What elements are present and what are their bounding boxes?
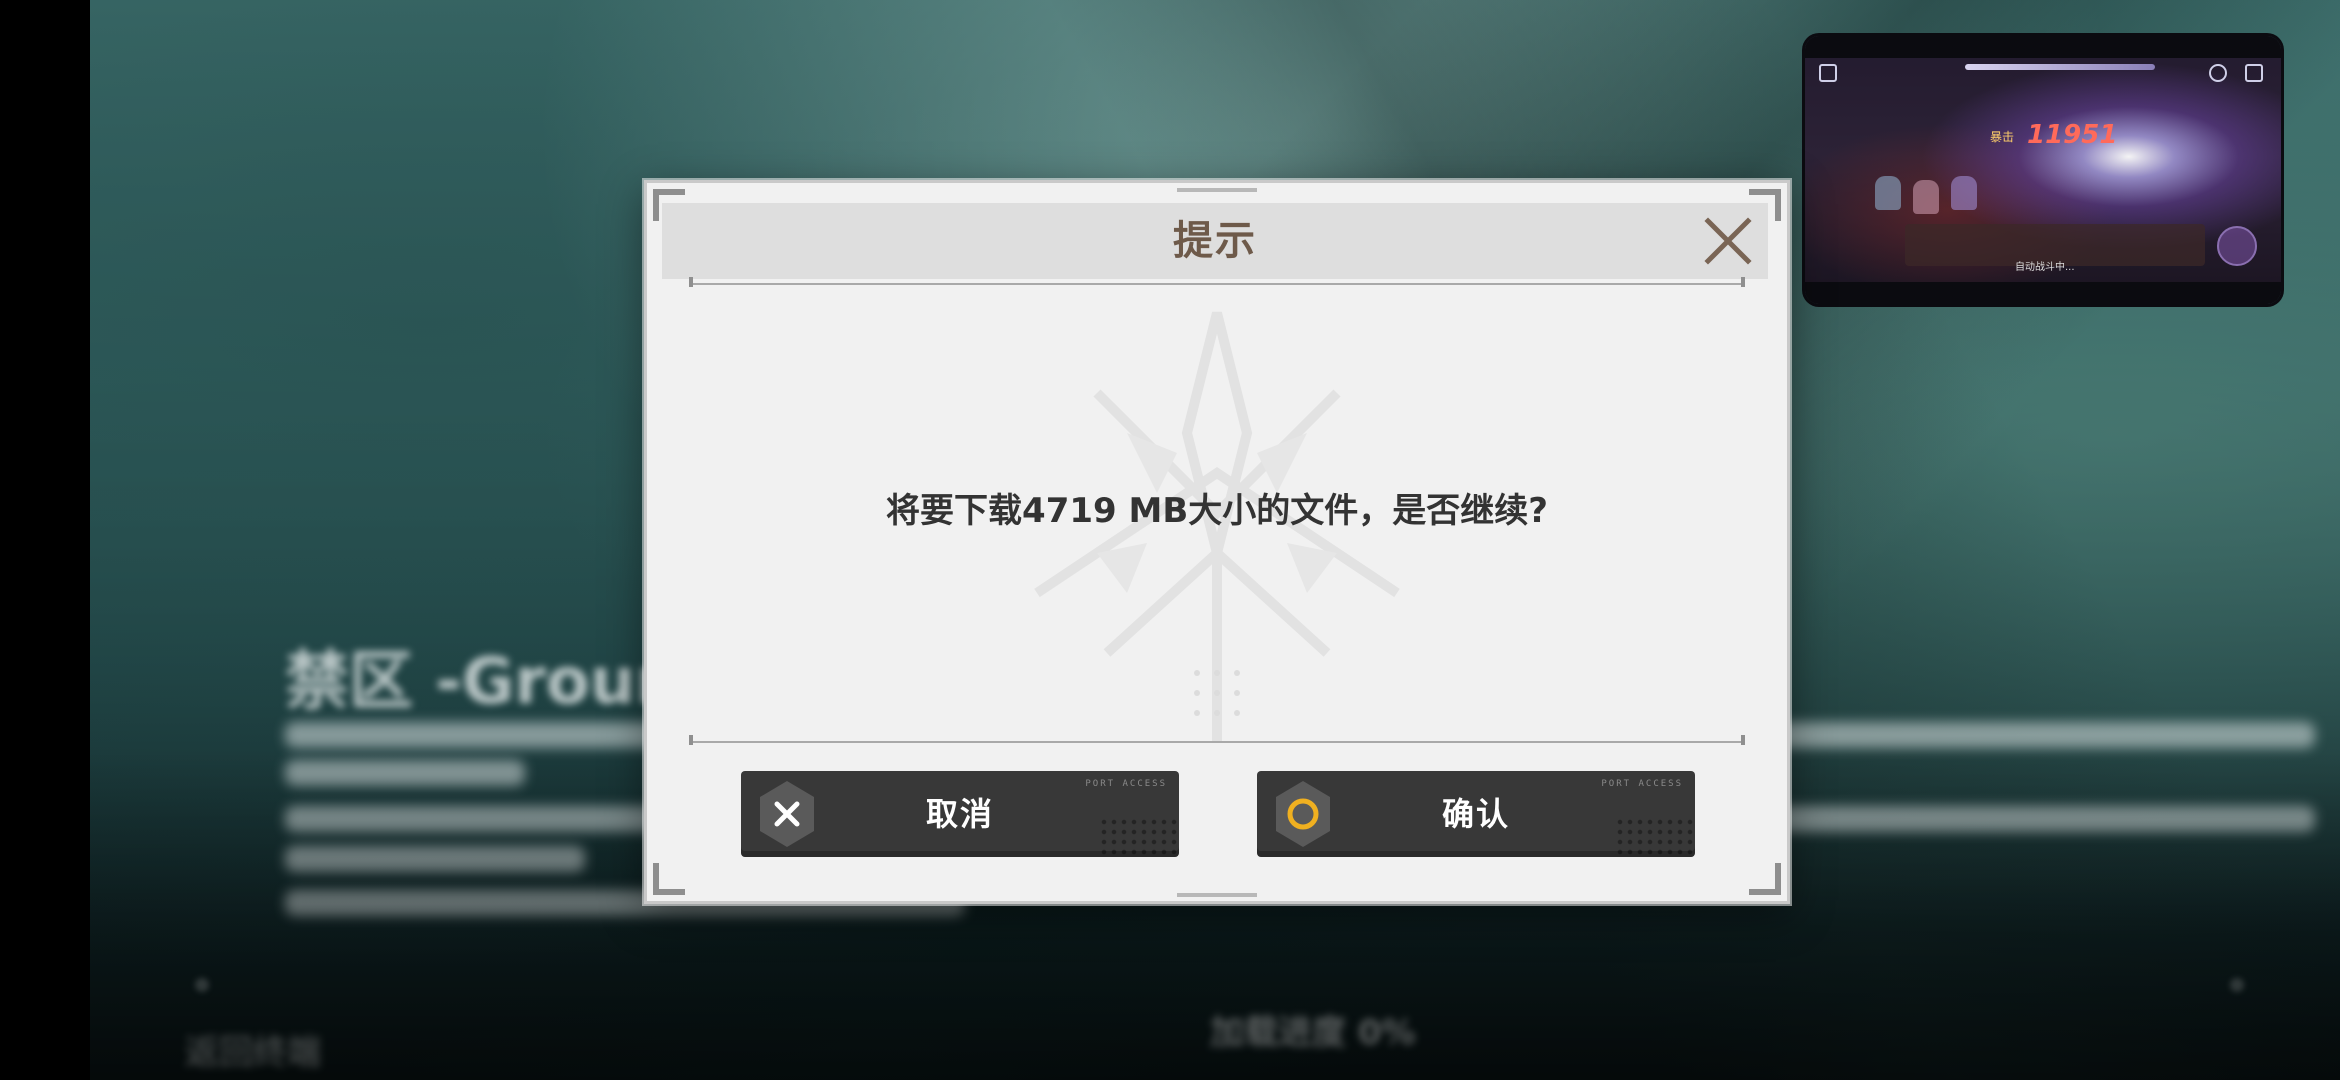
- preview-bottom-bar: [1805, 282, 2281, 304]
- pause-icon: [2245, 64, 2263, 82]
- preview-character: [1875, 176, 1901, 210]
- background-corner-label: 返回终端: [185, 1033, 321, 1073]
- preview-hud-caption: 自动战斗中...: [2015, 262, 2075, 273]
- frame-notch: [1177, 893, 1257, 897]
- frame-corner: [1749, 863, 1781, 895]
- dialog-title: 提示: [1173, 218, 1257, 264]
- preview-character: [1951, 176, 1977, 210]
- close-icon: [1704, 217, 1752, 265]
- confirm-button[interactable]: PORT ACCESS 确认: [1257, 771, 1695, 857]
- cancel-button[interactable]: PORT ACCESS 取消: [741, 771, 1179, 857]
- button-dot-pattern: [1615, 817, 1695, 857]
- close-button[interactable]: [1698, 211, 1758, 271]
- loading-status: 加载进度 0%: [1210, 1013, 1416, 1053]
- dialog-message: 将要下载4719 MB大小的文件，是否继续?: [886, 491, 1548, 531]
- button-dot-pattern: [1099, 817, 1179, 857]
- picture-in-picture-preview[interactable]: 暴击 11951 自动战斗中...: [1805, 36, 2281, 304]
- background-marker: [195, 978, 209, 992]
- preview-character: [1913, 180, 1939, 214]
- preview-boss-hp-bar: [1965, 64, 2155, 70]
- exit-icon: [1819, 64, 1837, 82]
- download-confirm-dialog: 提示 将要下载4719 MB大小的文件，是否继续? PORT ACCESS 取消…: [644, 180, 1790, 904]
- preview-top-bar: [1805, 36, 2281, 58]
- preview-damage-label: 暴击: [1990, 130, 2015, 144]
- background-marker: [2230, 978, 2244, 992]
- divider: [689, 735, 1745, 745]
- background-description-line: [285, 846, 585, 872]
- frame-corner: [653, 863, 685, 895]
- frame-notch: [1177, 188, 1257, 192]
- preview-skill-icon: [2217, 226, 2257, 266]
- dialog-header: 提示: [662, 203, 1768, 279]
- divider: [689, 277, 1745, 287]
- preview-damage-number: 11951: [2027, 120, 2118, 150]
- speed-icon: [2209, 64, 2227, 82]
- background-description-line: [285, 760, 525, 786]
